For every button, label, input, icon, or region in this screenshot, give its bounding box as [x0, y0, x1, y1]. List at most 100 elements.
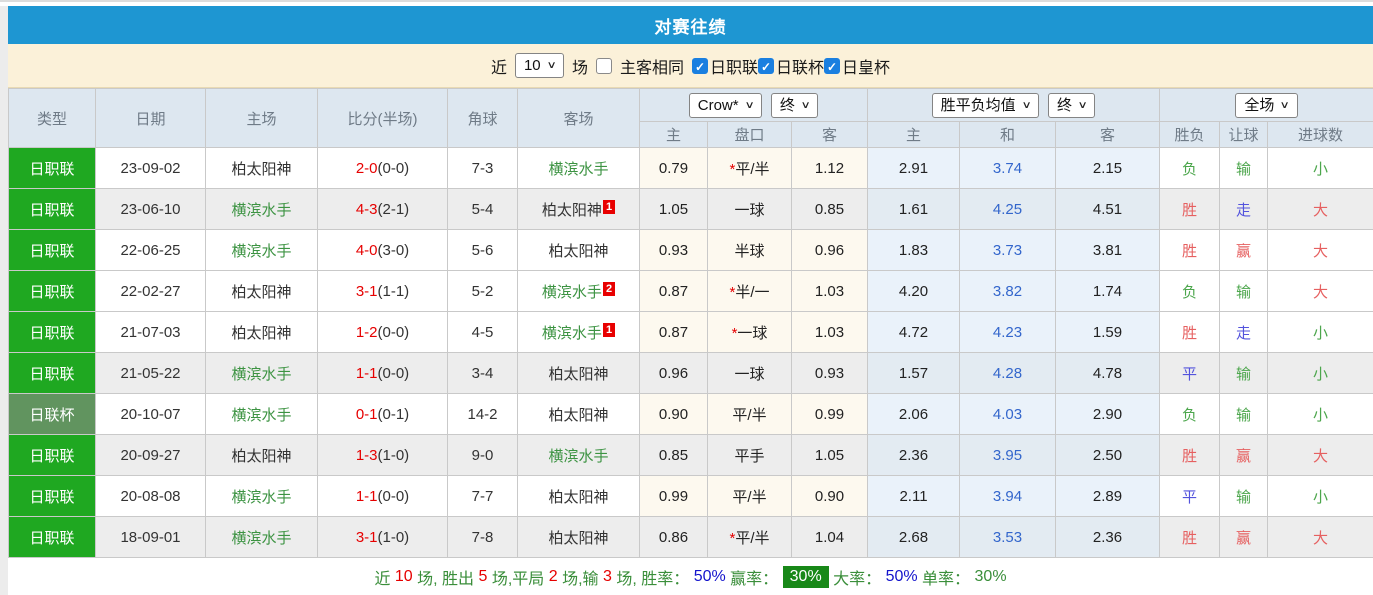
scope-dropdown-cell: 全场 ∨ — [1159, 88, 1373, 122]
match-count-select[interactable]: 10 ∨ — [514, 53, 564, 78]
avg-draw: 3.53 — [959, 516, 1057, 558]
summary-segment: 50% — [885, 567, 918, 585]
odds-time-value: 终 — [779, 96, 795, 114]
result-cell: 负 — [1159, 270, 1221, 312]
subcol-result: 胜负 — [1159, 121, 1221, 148]
avg-away: 2.15 — [1055, 147, 1161, 189]
league-badge: 日职联 — [8, 516, 96, 558]
goals-result-cell: 大 — [1267, 270, 1373, 312]
table-row: 日职联 23-06-10 横滨水手 4-3(2-1) 5-4 柏太阳神 1 1.05 一球 0.8… — [8, 188, 1373, 230]
goals-result-cell: 大 — [1267, 188, 1373, 230]
goals-result-cell: 小 — [1267, 352, 1373, 394]
handicap-cell: *一球 — [707, 311, 792, 353]
league-filter-item[interactable]: ✓ 日职联 — [692, 54, 758, 78]
halftime-score: (3-0) — [377, 241, 410, 259]
handicap-result-cell: 赢 — [1219, 516, 1269, 558]
avg-dropdown-cell: 胜平负均值 ∨ 终 ∨ — [867, 88, 1161, 122]
halftime-score: (0-0) — [377, 364, 410, 382]
col-score: 比分(半场) — [317, 88, 448, 148]
handicap-result-cell: 输 — [1219, 147, 1269, 189]
league-checkbox[interactable]: ✓ — [758, 57, 775, 74]
match-date: 23-09-02 — [95, 147, 206, 189]
odds-time-select[interactable]: 终 ∨ — [770, 92, 819, 118]
avg-draw: 3.73 — [959, 229, 1057, 271]
avg-home: 2.91 — [867, 147, 961, 189]
fulltime-score: 1-1 — [355, 487, 378, 505]
summary-segment: 赢率： — [725, 570, 783, 588]
home-team: 横滨水手 — [205, 229, 318, 271]
same-side-label: 主客相同 — [619, 59, 684, 77]
handicap-cell: 平/半 — [707, 393, 792, 435]
same-side-checkbox[interactable] — [595, 57, 612, 74]
handicap-cell: 一球 — [707, 352, 792, 394]
avg-away: 4.51 — [1055, 188, 1161, 230]
table-row: 日职联 20-09-27 柏太阳神 1-3(1-0) 9-0 横滨水手 0.85 平手 1.05… — [8, 434, 1373, 476]
league-checkbox[interactable]: ✓ — [692, 57, 708, 74]
home-team: 横滨水手 — [205, 475, 318, 517]
home-team: 柏太阳神 — [205, 434, 318, 476]
match-date: 22-06-25 — [95, 229, 206, 271]
avg-draw: 4.25 — [959, 188, 1057, 230]
odds-company-select[interactable]: Crow* ∨ — [688, 92, 762, 118]
subcol-odds-away: 客 — [790, 121, 869, 148]
filter-bar: 近 10 ∨ 场 主客相同 ✓ 日职联 ✓ 日联杯 ✓ 日皇杯 — [8, 44, 1373, 88]
score-cell: 4-3(2-1) — [317, 188, 448, 230]
handicap-result-cell: 输 — [1219, 352, 1269, 394]
col-home: 主场 — [205, 88, 318, 148]
avg-away: 2.50 — [1055, 434, 1161, 476]
away-odds: 0.96 — [790, 229, 869, 271]
result-cell: 负 — [1159, 393, 1221, 435]
match-date: 20-08-08 — [95, 475, 206, 517]
h2h-table: 类型 日期 主场 比分(半场) 角球 客场 Crow* ∨ 终 ∨ 胜平负均值 … — [8, 88, 1373, 558]
corners-cell: 3-4 — [447, 352, 518, 394]
avg-home: 2.36 — [867, 434, 961, 476]
goals-result-cell: 大 — [1267, 516, 1373, 558]
summary-segment: 30% — [974, 567, 1007, 585]
handicap-result-cell: 赢 — [1219, 229, 1269, 271]
handicap-result-cell: 输 — [1219, 475, 1269, 517]
handicap-result-cell: 输 — [1219, 393, 1269, 435]
scope-select[interactable]: 全场 ∨ — [1235, 92, 1298, 118]
away-team: 柏太阳神 — [517, 393, 640, 435]
avg-type-value: 胜平负均值 — [940, 96, 1016, 114]
avg-type-select[interactable]: 胜平负均值 ∨ — [931, 92, 1040, 118]
table-row: 日职联 20-08-08 横滨水手 1-1(0-0) 7-7 柏太阳神 0.99 平/半 0.9… — [8, 475, 1373, 517]
summary-segment: 50% — [693, 567, 726, 585]
result-cell: 胜 — [1159, 516, 1221, 558]
result-cell: 胜 — [1159, 229, 1221, 271]
odds-company-value: Crow* — [697, 96, 739, 114]
handicap-cell: 一球 — [707, 188, 792, 230]
goals-result-cell: 大 — [1267, 229, 1373, 271]
league-badge: 日职联 — [8, 147, 96, 189]
corners-cell: 7-8 — [447, 516, 518, 558]
avg-home: 2.11 — [867, 475, 961, 517]
summary-segment: 5 — [478, 567, 488, 585]
home-odds: 0.99 — [639, 475, 708, 517]
table-row: 日职联 22-06-25 横滨水手 4-0(3-0) 5-6 柏太阳神 0.93 半球 0.96… — [8, 229, 1373, 271]
avg-time-select[interactable]: 终 ∨ — [1048, 92, 1096, 118]
league-badge: 日职联 — [8, 270, 96, 312]
score-cell: 1-2(0-0) — [317, 311, 448, 353]
halftime-score: (0-1) — [377, 405, 410, 423]
league-checkbox[interactable]: ✓ — [824, 57, 841, 74]
table-header: 类型 日期 主场 比分(半场) 角球 客场 Crow* ∨ 终 ∨ 胜平负均值 … — [8, 88, 1373, 148]
home-odds: 0.86 — [639, 516, 708, 558]
table-row: 日职联 18-09-01 横滨水手 3-1(1-0) 7-8 柏太阳神 0.86 *平/半 1.… — [8, 516, 1373, 558]
subcol-handicap: 盘口 — [707, 121, 792, 148]
table-row: 日职联 22-02-27 柏太阳神 3-1(1-1) 5-2 横滨水手 2 0.87 *半/一 1… — [8, 270, 1373, 312]
league-filter-item[interactable]: ✓ 日联杯 — [758, 54, 824, 78]
league-filter-item[interactable]: ✓ 日皇杯 — [824, 54, 890, 78]
table-row: 日职联 23-09-02 柏太阳神 2-0(0-0) 7-3 横滨水手 0.79 *平/半 1.… — [8, 147, 1373, 189]
summary-segment: 场, 胜出 — [412, 570, 479, 588]
avg-home: 4.72 — [867, 311, 961, 353]
avg-home: 1.83 — [867, 229, 961, 271]
chevron-down-icon: ∨ — [1077, 99, 1088, 111]
league-badge: 日职联 — [8, 434, 96, 476]
avg-draw: 4.03 — [959, 393, 1057, 435]
fulltime-score: 4-3 — [355, 200, 378, 218]
avg-draw: 3.94 — [959, 475, 1057, 517]
left-gutter — [0, 6, 8, 595]
away-team: 柏太阳神 — [517, 516, 640, 558]
panel-title-bar: 对赛往绩 — [8, 6, 1373, 44]
avg-away: 2.90 — [1055, 393, 1161, 435]
